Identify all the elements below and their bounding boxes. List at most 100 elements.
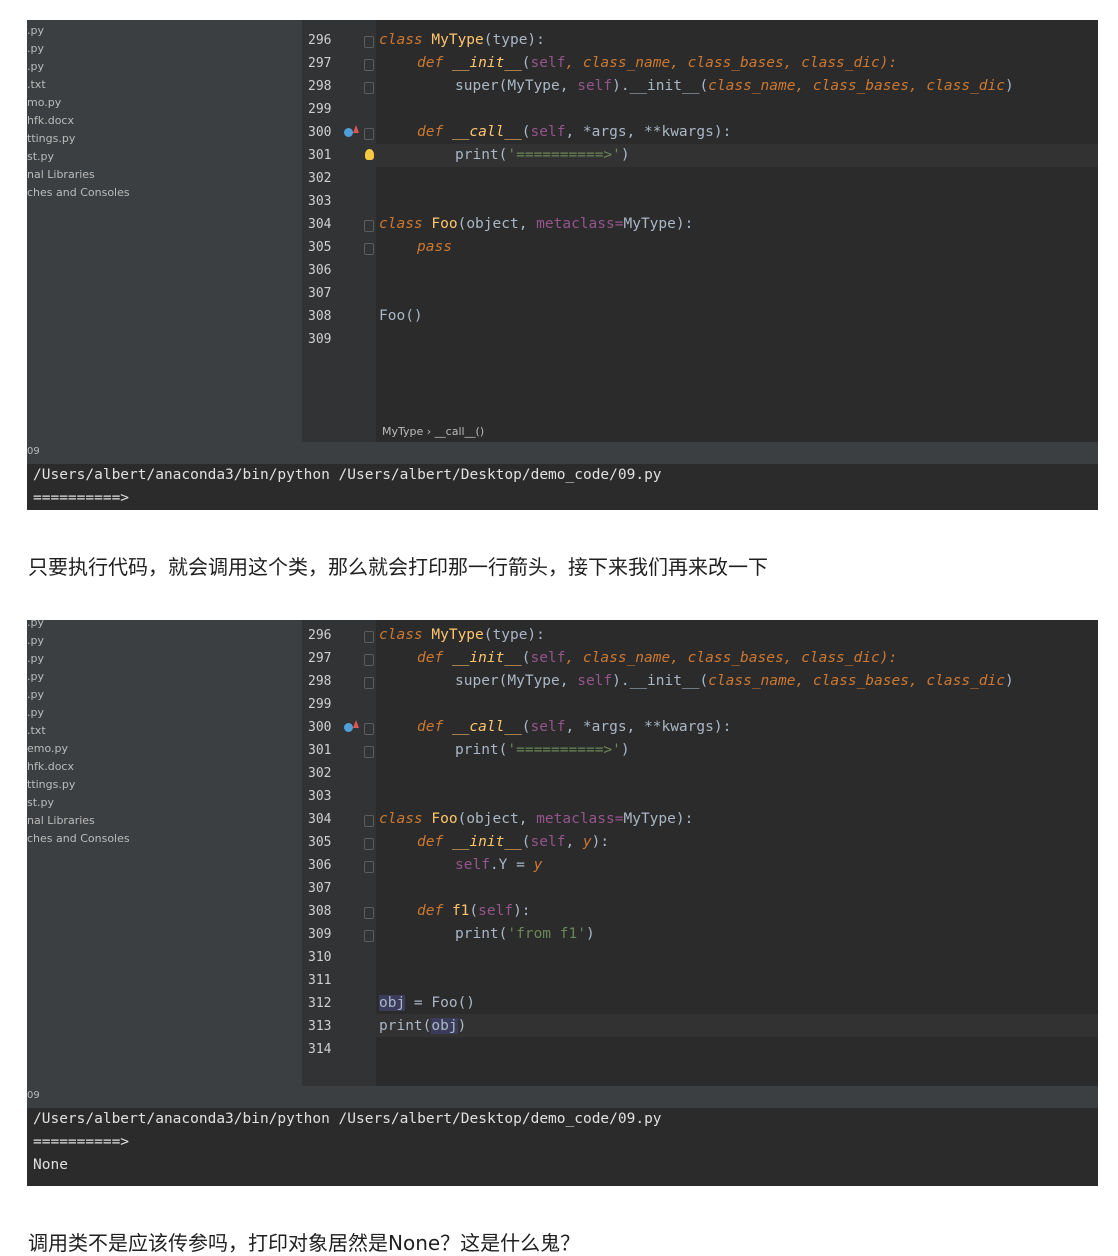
fold-marker-icon[interactable] <box>364 907 374 919</box>
override-marker-icon[interactable] <box>344 723 353 732</box>
code-line-313[interactable]: print(obj) <box>379 1015 466 1038</box>
fold-marker-icon[interactable] <box>364 36 374 48</box>
tree-item[interactable]: .py <box>27 24 44 42</box>
tree-item[interactable]: ttings.py <box>27 778 75 796</box>
line-number: 306 <box>308 263 332 278</box>
code-line-297[interactable]: def __init__(self, class_name, class_bas… <box>417 647 897 670</box>
tree-item[interactable]: hfk.docx <box>27 760 74 778</box>
line-number: 303 <box>308 789 332 804</box>
keyword: def <box>417 903 444 919</box>
tree-item[interactable]: .py <box>27 620 44 634</box>
fold-marker-icon[interactable] <box>364 723 374 735</box>
tree-item-scratches[interactable]: ches and Consoles <box>27 832 130 850</box>
line-number: 298 <box>308 79 332 94</box>
line-number: 305 <box>308 835 332 850</box>
code-text: ( <box>469 903 479 919</box>
code-text: MyType): <box>623 811 694 827</box>
code-text: super(MyType, <box>455 673 578 689</box>
fold-marker-icon[interactable] <box>364 677 374 689</box>
code-line-300[interactable]: def __call__(self, *args, **kwargs): <box>417 121 731 144</box>
params: y <box>582 834 592 850</box>
code-text: ( <box>521 55 531 71</box>
tree-item[interactable]: .txt <box>27 78 46 96</box>
fold-marker-icon[interactable] <box>364 631 374 643</box>
code-line-304[interactable]: class Foo(object, metaclass=MyType): <box>379 213 693 236</box>
tree-item[interactable]: st.py <box>27 150 54 168</box>
line-number: 304 <box>308 812 332 827</box>
tree-item-scratches[interactable]: ches and Consoles <box>27 186 130 204</box>
line-number: 297 <box>308 651 332 666</box>
tree-item[interactable]: .py <box>27 706 44 724</box>
code-line-306[interactable]: self.Y = y <box>455 854 542 877</box>
tree-item[interactable]: .py <box>27 670 44 688</box>
fold-marker-icon[interactable] <box>364 82 374 94</box>
fold-marker-icon[interactable] <box>364 243 374 255</box>
code-line-296[interactable]: class MyType(type): <box>379 29 545 52</box>
tree-item[interactable]: .py <box>27 60 44 78</box>
tree-item[interactable]: .py <box>27 688 44 706</box>
code-line-308[interactable]: def f1(self): <box>417 900 531 923</box>
keyword: pass <box>417 239 452 255</box>
editor-breadcrumb[interactable]: MyType › __call__() <box>382 425 484 438</box>
code-line-309[interactable]: print('from f1') <box>455 923 595 946</box>
code-text: ) <box>620 147 630 163</box>
tree-item[interactable]: .py <box>27 42 44 60</box>
code-line-301[interactable]: print('==========>') <box>455 739 630 762</box>
fold-marker-icon[interactable] <box>364 746 374 758</box>
code-editor[interactable]: class MyType(type): def __init__(self, c… <box>376 620 1098 1086</box>
code-line-297[interactable]: def __init__(self, class_name, class_bas… <box>417 52 897 75</box>
params: , class_name, class_bases, class_dic): <box>565 650 898 666</box>
tree-item[interactable]: ttings.py <box>27 132 75 150</box>
console-line: /Users/albert/anaconda3/bin/python /User… <box>33 1111 662 1127</box>
line-number: 296 <box>308 628 332 643</box>
self-keyword: self <box>530 834 566 850</box>
self-keyword: self <box>577 673 613 689</box>
keyword: def <box>417 55 444 71</box>
code-line-308[interactable]: Foo() <box>379 305 423 328</box>
tree-item-external-libraries[interactable]: nal Libraries <box>27 168 95 186</box>
code-text: print( <box>455 742 508 758</box>
fold-marker-icon[interactable] <box>364 815 374 827</box>
line-number: 303 <box>308 194 332 209</box>
fold-marker-icon[interactable] <box>364 861 374 873</box>
code-line-300[interactable]: def __call__(self, *args, **kwargs): <box>417 716 731 739</box>
line-number: 301 <box>308 148 332 163</box>
override-marker-icon[interactable] <box>344 128 353 137</box>
code-line-305[interactable]: def __init__(self, y): <box>417 831 609 854</box>
run-tool-window-bar: 09 <box>27 1086 1098 1108</box>
code-editor[interactable]: class MyType(type): def __init__(self, c… <box>376 20 1098 442</box>
tree-item[interactable]: emo.py <box>27 742 68 760</box>
console-line: None <box>33 1157 68 1173</box>
tree-item[interactable]: .py <box>27 652 44 670</box>
tree-item-external-libraries[interactable]: nal Libraries <box>27 814 95 832</box>
fold-marker-icon[interactable] <box>364 838 374 850</box>
code-line-296[interactable]: class MyType(type): <box>379 624 545 647</box>
params: class_name, class_bases, class_dic <box>708 78 1005 94</box>
line-number: 314 <box>308 1042 332 1057</box>
article-paragraph: 只要执行代码，就会调用这个类，那么就会打印那一行箭头，接下来我们再来改一下 <box>28 555 768 579</box>
run-tab[interactable]: 09 <box>27 446 40 457</box>
tree-item[interactable]: .txt <box>27 724 46 742</box>
fold-marker-icon[interactable] <box>364 220 374 232</box>
self-keyword: self <box>530 124 566 140</box>
fold-marker-icon[interactable] <box>364 59 374 71</box>
lightbulb-icon[interactable] <box>365 149 374 160</box>
fold-marker-icon[interactable] <box>364 930 374 942</box>
code-line-298[interactable]: super(MyType, self).__init__(class_name,… <box>455 670 1014 693</box>
tree-item[interactable]: hfk.docx <box>27 114 74 132</box>
code-text: , <box>565 834 583 850</box>
tree-item[interactable]: st.py <box>27 796 54 814</box>
fold-marker-icon[interactable] <box>364 128 374 140</box>
line-number: 300 <box>308 720 332 735</box>
code-line-304[interactable]: class Foo(object, metaclass=MyType): <box>379 808 693 831</box>
run-tab[interactable]: 09 <box>27 1090 40 1101</box>
tree-item[interactable]: mo.py <box>27 96 61 114</box>
tree-item[interactable]: .py <box>27 634 44 652</box>
fold-marker-icon[interactable] <box>364 654 374 666</box>
code-line-301[interactable]: print('==========>') <box>455 144 630 167</box>
line-number: 300 <box>308 125 332 140</box>
code-line-298[interactable]: super(MyType, self).__init__(class_name,… <box>455 75 1014 98</box>
code-line-305[interactable]: pass <box>417 236 452 259</box>
code-line-312[interactable]: obj = Foo() <box>379 992 475 1015</box>
class-name: MyType <box>431 627 484 643</box>
